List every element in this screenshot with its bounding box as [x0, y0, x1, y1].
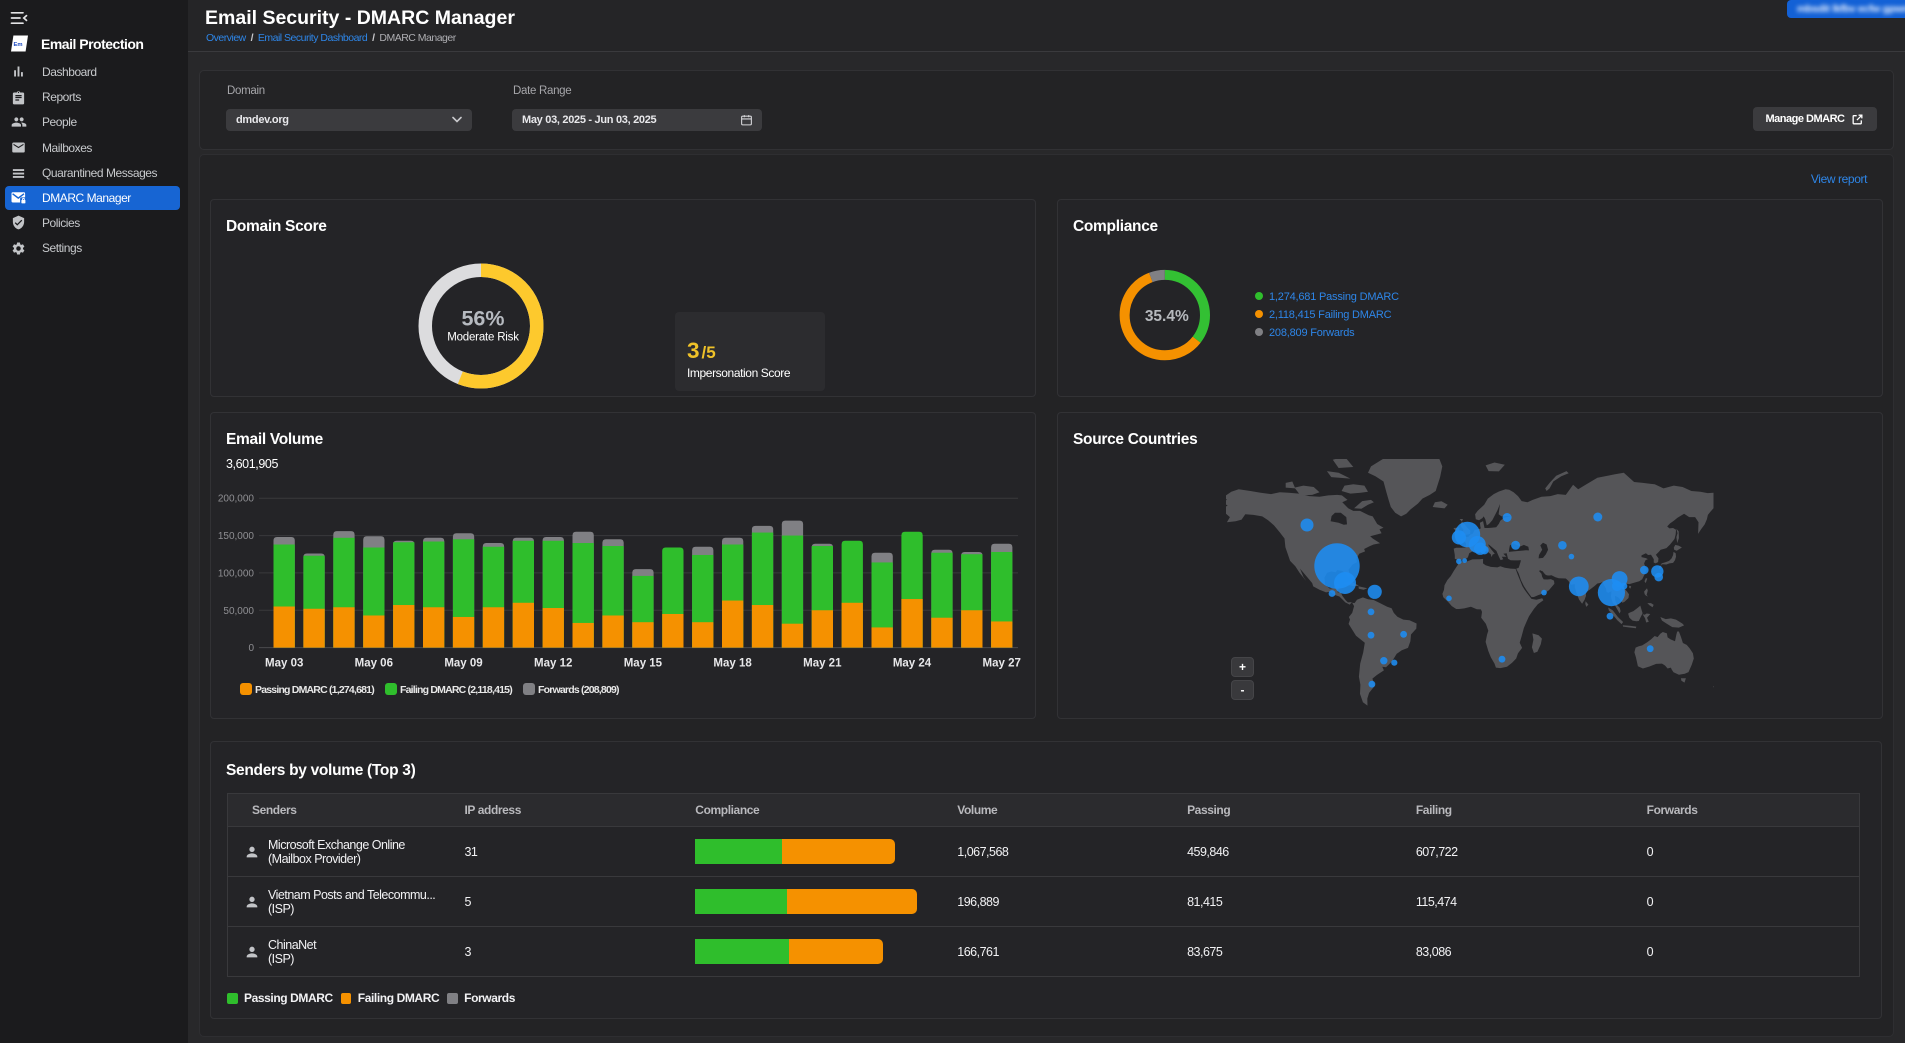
svg-text:May 03: May 03 — [265, 658, 303, 670]
svg-text:May 06: May 06 — [355, 658, 393, 670]
svg-text:May 15: May 15 — [624, 658, 663, 670]
svg-text:May 27: May 27 — [983, 658, 1021, 670]
svg-text:35.4%: 35.4% — [1145, 308, 1189, 325]
svg-text:May 24: May 24 — [893, 658, 932, 670]
svg-text:50,000: 50,000 — [223, 606, 254, 617]
svg-text:May 09: May 09 — [444, 658, 482, 670]
svg-text:0: 0 — [248, 643, 254, 654]
svg-text:May 12: May 12 — [534, 658, 572, 670]
svg-text:56%: 56% — [461, 307, 504, 331]
svg-text:150,000: 150,000 — [218, 531, 255, 542]
svg-text:100,000: 100,000 — [218, 568, 255, 579]
svg-text:May 21: May 21 — [803, 658, 842, 670]
svg-text:200,000: 200,000 — [218, 494, 255, 505]
svg-text:Em: Em — [13, 42, 22, 48]
svg-text:May 18: May 18 — [713, 658, 752, 670]
svg-text:Moderate Risk: Moderate Risk — [447, 332, 519, 344]
